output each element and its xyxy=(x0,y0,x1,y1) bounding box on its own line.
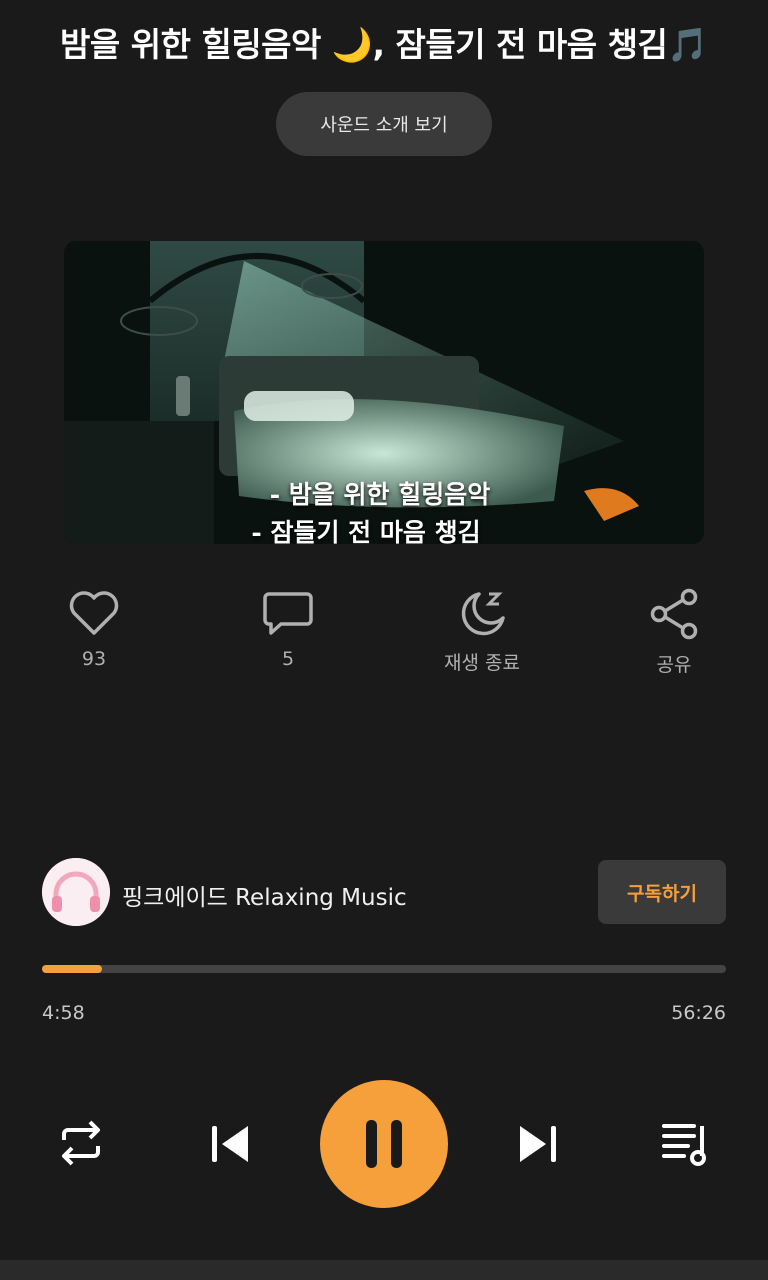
headphones-logo xyxy=(42,858,110,926)
next-button[interactable] xyxy=(514,1120,562,1172)
progress-fill xyxy=(42,965,103,973)
subscribe-button[interactable]: 구독하기 xyxy=(598,860,726,924)
share-button[interactable]: 공유 xyxy=(604,588,744,677)
action-row: 93 5 재생 종료 공유 xyxy=(0,588,768,688)
previous-button[interactable] xyxy=(206,1120,254,1172)
sleep-timer-label: 재생 종료 xyxy=(444,652,520,674)
bottom-bar xyxy=(0,1260,768,1280)
pause-icon xyxy=(366,1120,402,1168)
comment-count: 5 xyxy=(281,648,295,670)
skip-previous-icon xyxy=(212,1126,248,1162)
sound-intro-button[interactable]: 사운드 소개 보기 xyxy=(276,92,492,156)
share-label: 공유 xyxy=(656,654,692,676)
comment-icon xyxy=(263,592,313,635)
total-time: 56:26 xyxy=(671,1002,726,1024)
track-artwork: - 밤을 위한 힐링음악 - 잠들기 전 마음 챙김 xyxy=(64,241,704,544)
moon-zzz-icon xyxy=(461,592,505,636)
heart-icon xyxy=(69,591,119,635)
progress-bar[interactable] xyxy=(42,965,726,973)
channel-avatar[interactable] xyxy=(42,858,110,926)
repeat-button[interactable] xyxy=(56,1118,106,1172)
comment-button[interactable]: 5 xyxy=(218,588,358,670)
repeat-icon xyxy=(62,1120,100,1166)
pause-button[interactable] xyxy=(320,1080,448,1208)
artwork-caption-line1: - 밤을 위한 힐링음악 xyxy=(269,480,491,509)
channel-name[interactable]: 핑크에이드 Relaxing Music xyxy=(122,878,407,912)
channel-row: 핑크에이드 Relaxing Music 구독하기 xyxy=(42,858,726,926)
sleep-timer-button[interactable]: 재생 종료 xyxy=(412,588,552,675)
playlist-icon xyxy=(662,1124,706,1166)
playlist-button[interactable] xyxy=(660,1120,712,1172)
like-button[interactable]: 93 xyxy=(24,588,164,670)
share-icon xyxy=(650,588,698,640)
skip-next-icon xyxy=(520,1126,556,1162)
artwork-caption-line2: - 잠들기 전 마음 챙김 xyxy=(251,518,481,544)
player-screen: 밤을 위한 힐링음악 🌙, 잠들기 전 마음 챙김🎵 사운드 소개 보기 - 밤… xyxy=(0,0,768,1280)
like-count: 93 xyxy=(81,648,107,670)
current-time: 4:58 xyxy=(42,1002,85,1024)
track-title: 밤을 위한 힐링음악 🌙, 잠들기 전 마음 챙김🎵 xyxy=(60,25,708,64)
